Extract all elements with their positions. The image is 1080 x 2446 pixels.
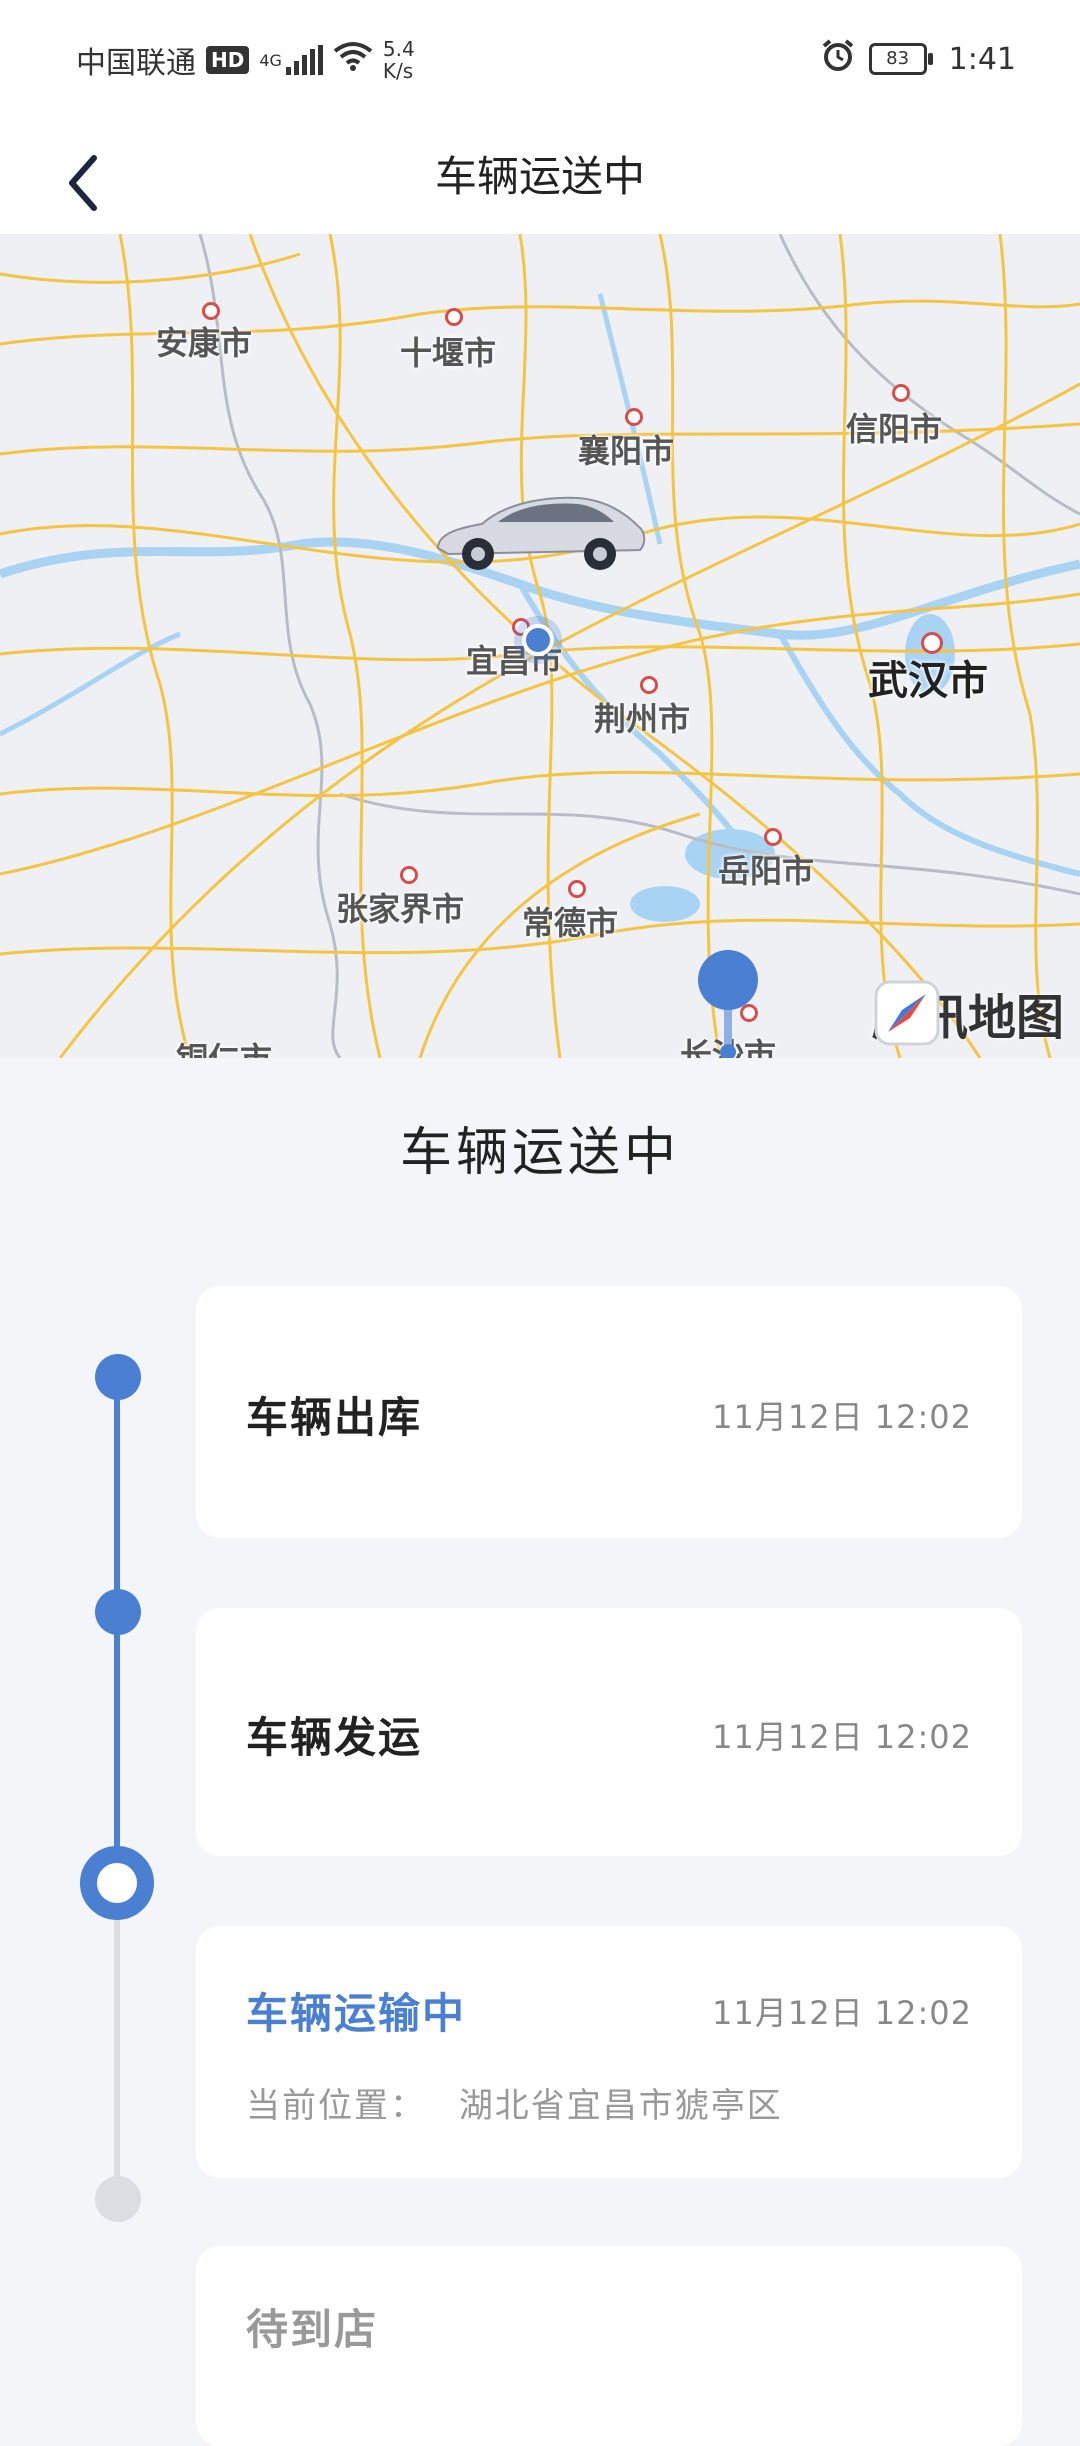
city-marker bbox=[568, 880, 586, 898]
city-label: 荆州市 bbox=[594, 700, 691, 738]
status-bar: 中国联通 HD 4G 5.4 K/s 83 1:41 bbox=[0, 0, 1080, 120]
current-location: 当前位置： 湖北省宜昌市猇亭区 bbox=[246, 2078, 783, 2127]
net-speed: 5.4 K/s bbox=[383, 38, 415, 82]
city-marker bbox=[892, 384, 910, 402]
step-title: 车辆发运 bbox=[246, 1713, 423, 1762]
city-label: 十堰市 bbox=[400, 334, 497, 372]
wifi-icon bbox=[333, 41, 373, 79]
city-label: 武汉市 bbox=[868, 658, 988, 704]
step-time: 11月12日 12:02 bbox=[712, 1718, 972, 1756]
map-watermark: 腾讯地图 bbox=[872, 978, 1064, 1048]
timeline-dot-done bbox=[95, 1354, 141, 1400]
city-label: 常德市 bbox=[522, 904, 619, 942]
city-marker bbox=[640, 676, 658, 694]
step-title: 待到店 bbox=[246, 2305, 379, 2354]
current-location-label: 当前位置： bbox=[246, 2086, 426, 2126]
city-marker bbox=[764, 828, 782, 846]
section-title: 车辆运送中 bbox=[399, 1123, 680, 1183]
timeline-line-inactive bbox=[114, 1888, 120, 2200]
city-label: 张家界市 bbox=[336, 890, 465, 928]
city-marker bbox=[625, 408, 643, 426]
network-type: 4G bbox=[259, 50, 282, 70]
city-label: 襄阳市 bbox=[578, 432, 675, 470]
timeline-card-in-transit: 车辆运输中 11月12日 12:02 当前位置： 湖北省宜昌市猇亭区 bbox=[196, 1926, 1022, 2178]
city-label: 铜仁市 bbox=[176, 1034, 272, 1058]
timeline-card-awaiting-arrival: 待到店 bbox=[196, 2246, 1022, 2446]
step-time: 11月12日 12:02 bbox=[712, 1398, 972, 1436]
signal-icon bbox=[285, 45, 323, 75]
timeline-dot-current bbox=[80, 1846, 154, 1920]
step-title: 车辆运输中 bbox=[246, 1989, 467, 2038]
city-label: 安康市 bbox=[156, 324, 253, 362]
page-title: 车辆运送中 bbox=[434, 152, 645, 201]
current-location-value: 湖北省宜昌市猇亭区 bbox=[458, 2086, 783, 2126]
timeline-card-dispatched: 车辆出库 11月12日 12:02 bbox=[196, 1286, 1022, 1538]
city-label: 岳阳市 bbox=[718, 852, 815, 890]
timeline-dot-pending bbox=[95, 2176, 141, 2222]
nav-header: 车辆运送中 bbox=[0, 120, 1080, 234]
clock: 1:41 bbox=[948, 41, 1016, 77]
hd-icon: HD bbox=[206, 46, 250, 74]
battery-icon: 83 bbox=[868, 43, 933, 75]
city-label: 信阳市 bbox=[846, 410, 943, 448]
map-view[interactable]: 安康市 十堰市 襄阳市 信阳市 宜昌市 荆州市 武汉市 岳阳市 张家界市 常德市… bbox=[0, 234, 1080, 1058]
step-title: 车辆出库 bbox=[246, 1393, 423, 1442]
status-right: 83 1:41 bbox=[821, 38, 1016, 80]
alarm-icon bbox=[821, 38, 855, 80]
current-position-marker bbox=[522, 624, 554, 656]
step-time: 11月12日 12:02 bbox=[712, 1994, 972, 2032]
net-speed-unit: K/s bbox=[382, 59, 414, 83]
city-marker bbox=[445, 308, 463, 326]
tencent-map-logo-icon bbox=[874, 980, 940, 1046]
timeline-dot-done bbox=[95, 1589, 141, 1635]
timeline-card-shipped: 车辆发运 11月12日 12:02 bbox=[196, 1608, 1022, 1856]
net-speed-value: 5.4 bbox=[382, 37, 415, 61]
status-left: 中国联通 HD 4G 5.4 K/s bbox=[76, 38, 415, 82]
city-marker bbox=[400, 866, 418, 884]
carrier-name: 中国联通 bbox=[76, 46, 196, 81]
